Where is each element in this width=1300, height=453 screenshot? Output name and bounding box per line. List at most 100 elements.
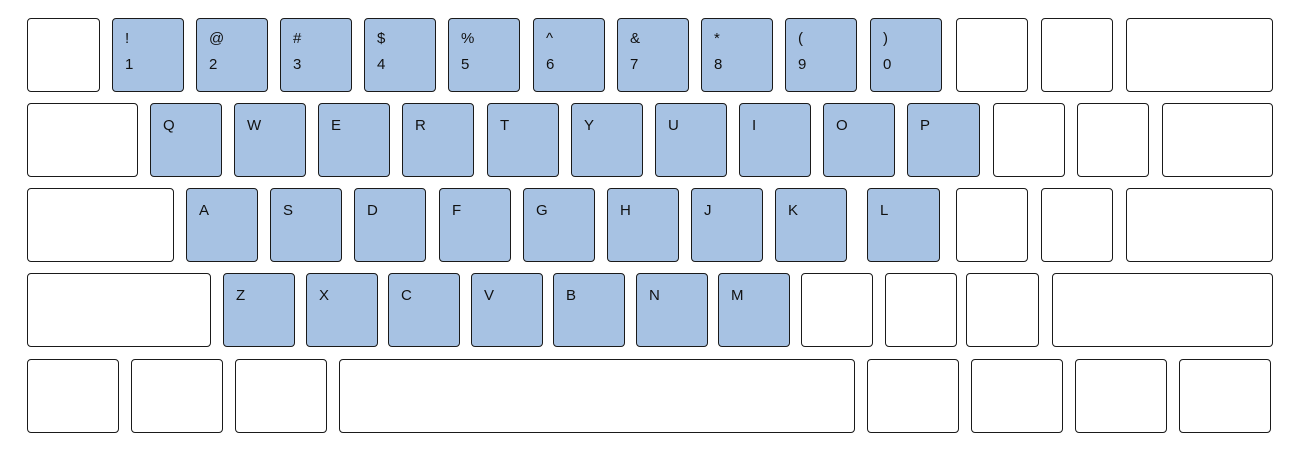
key-4: $4 (364, 18, 436, 92)
key-letter: B (566, 287, 577, 304)
key-letter: L (880, 202, 889, 219)
key-letter: J (704, 202, 712, 219)
key-letter: M (731, 287, 744, 304)
key-blank-r4-11 (966, 273, 1039, 347)
key-5: % 5 (448, 18, 520, 92)
key-h: H (607, 188, 679, 262)
key-shift-symbol: * (714, 30, 720, 47)
key-s: S (270, 188, 342, 262)
key-blank-r3-12 (1041, 188, 1113, 262)
key-digit: 1 (125, 56, 134, 73)
key-shift-symbol: ( (798, 30, 803, 47)
key-blank-r2-12 (993, 103, 1065, 177)
key-shift-symbol: @ (209, 30, 225, 47)
keyboard-diagram: ! 1 @2 #3 $4% 5 ^ 6 & 7 * 8(9) 0 Q W E R T Y U I O P A S D F G H J K L Z… (0, 0, 1300, 453)
key-blank-r4-10 (885, 273, 957, 347)
key-letter: U (668, 117, 679, 134)
key-2: @2 (196, 18, 268, 92)
key-blank-r5-4 (339, 359, 855, 433)
key-letter: W (247, 117, 262, 134)
key-letter: Q (163, 117, 175, 134)
key-digit: 2 (209, 56, 218, 73)
key-letter: Z (236, 287, 246, 304)
key-blank-r3-13 (1126, 188, 1273, 262)
key-3: #3 (280, 18, 352, 92)
key-digit: 3 (293, 56, 302, 73)
key-letter: P (920, 117, 931, 134)
key-blank-r5-8 (1179, 359, 1271, 433)
key-k: K (775, 188, 847, 262)
key-o: O (823, 103, 895, 177)
key-m: M (718, 273, 790, 347)
key-blank-r3-11 (956, 188, 1028, 262)
key-digit: 6 (546, 56, 555, 73)
key-blank-r5-2 (131, 359, 223, 433)
key-blank-r5-7 (1075, 359, 1167, 433)
key-b: B (553, 273, 625, 347)
key-letter: T (500, 117, 510, 134)
key-letter: A (199, 202, 210, 219)
key-n: N (636, 273, 708, 347)
key-letter: I (752, 117, 757, 134)
key-g: G (523, 188, 595, 262)
key-i: I (739, 103, 811, 177)
key-w: W (234, 103, 306, 177)
key-shift-symbol: ! (125, 30, 130, 47)
key-blank-r1-13 (1041, 18, 1113, 92)
key-e: E (318, 103, 390, 177)
key-letter: F (452, 202, 462, 219)
key-blank-r1-14 (1126, 18, 1273, 92)
key-p: P (907, 103, 980, 177)
key-j: J (691, 188, 763, 262)
key-9: (9 (785, 18, 857, 92)
key-letter: C (401, 287, 412, 304)
key-blank-r2-1 (27, 103, 138, 177)
key-x: X (306, 273, 378, 347)
key-letter: X (319, 287, 330, 304)
key-digit: 9 (798, 56, 807, 73)
key-blank-r4-1 (27, 273, 211, 347)
key-shift-symbol: # (293, 30, 302, 47)
key-letter: K (788, 202, 799, 219)
key-letter: D (367, 202, 378, 219)
key-shift-symbol: ^ (546, 30, 554, 47)
key-digit: 0 (883, 56, 892, 73)
key-shift-symbol: ) (883, 30, 888, 47)
key-blank-r3-1 (27, 188, 174, 262)
key-letter: N (649, 287, 660, 304)
key-blank-r5-1 (27, 359, 119, 433)
key-blank-r2-13 (1077, 103, 1149, 177)
key-digit: 8 (714, 56, 723, 73)
key-q: Q (150, 103, 222, 177)
key-y: Y (571, 103, 643, 177)
key-letter: E (331, 117, 342, 134)
key-z: Z (223, 273, 295, 347)
key-shift-symbol: % (461, 30, 475, 47)
key-letter: S (283, 202, 294, 219)
key-8: * 8 (701, 18, 773, 92)
key-r: R (402, 103, 474, 177)
key-digit: 5 (461, 56, 470, 73)
key-l: L (867, 188, 940, 262)
key-v: V (471, 273, 543, 347)
key-f: F (439, 188, 511, 262)
key-t: T (487, 103, 559, 177)
key-letter: G (536, 202, 548, 219)
key-a: A (186, 188, 258, 262)
key-6: ^ 6 (533, 18, 605, 92)
key-letter: O (836, 117, 848, 134)
key-letter: Y (584, 117, 595, 134)
key-d: D (354, 188, 426, 262)
key-blank-r4-12 (1052, 273, 1273, 347)
key-shift-symbol: $ (377, 30, 386, 47)
key-digit: 7 (630, 56, 639, 73)
key-blank-r4-9 (801, 273, 873, 347)
key-7: & 7 (617, 18, 689, 92)
key-digit: 4 (377, 56, 386, 73)
key-blank-r5-6 (971, 359, 1063, 433)
key-0: ) 0 (870, 18, 942, 92)
key-letter: R (415, 117, 426, 134)
key-c: C (388, 273, 460, 347)
key-blank-r5-5 (867, 359, 959, 433)
key-blank-r1-12 (956, 18, 1028, 92)
